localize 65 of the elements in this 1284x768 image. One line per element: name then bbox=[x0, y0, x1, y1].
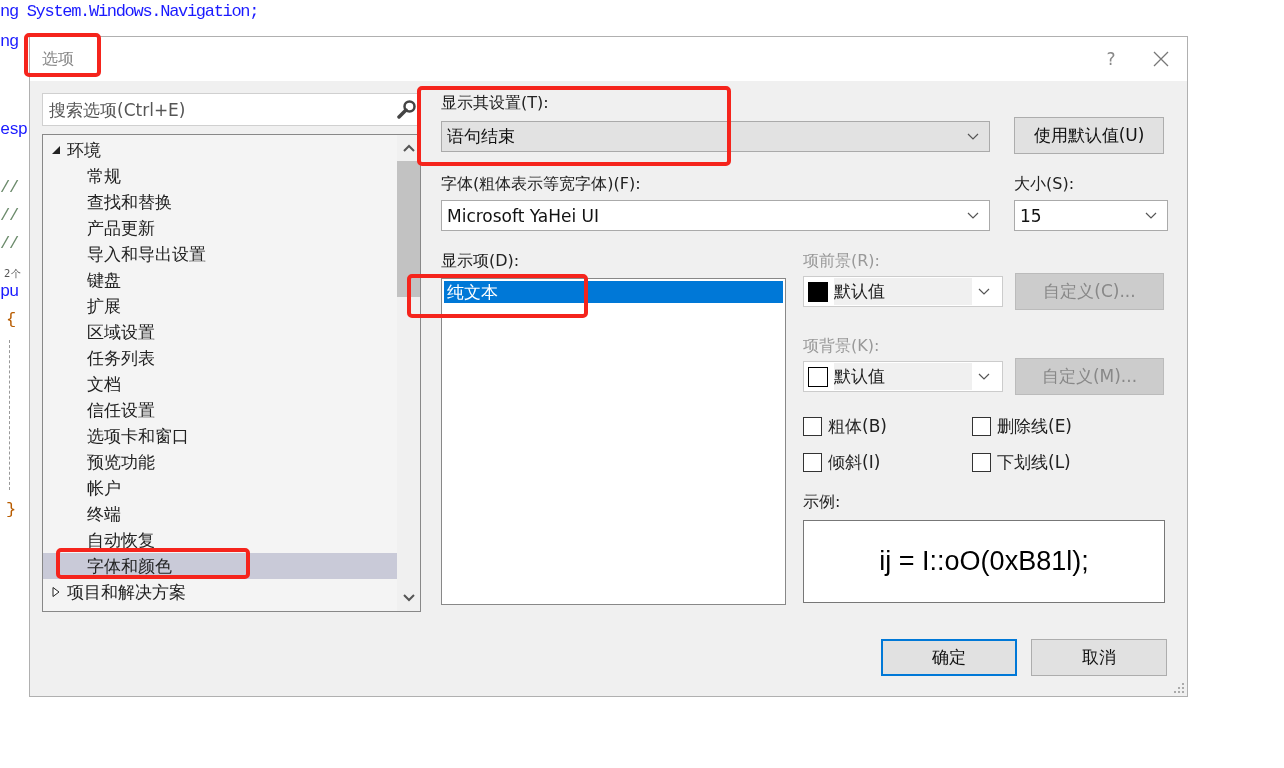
field-label: 项背景(K): bbox=[803, 336, 880, 357]
tree-item[interactable]: 选项卡和窗口 bbox=[43, 423, 397, 449]
code-line: // bbox=[0, 233, 18, 255]
chevron-down-icon[interactable] bbox=[978, 372, 990, 381]
collapsed-triangle-icon[interactable] bbox=[51, 587, 61, 597]
tree-item[interactable]: 任务列表 bbox=[43, 345, 397, 371]
tree-item[interactable]: 项目和解决方案 bbox=[43, 579, 397, 605]
tree-item[interactable]: 信任设置 bbox=[43, 397, 397, 423]
field-label: 字体(粗体表示等宽字体)(F): bbox=[441, 174, 641, 195]
font-dropdown[interactable]: Microsoft YaHei UI bbox=[441, 200, 990, 231]
field-label: 大小(S): bbox=[1014, 174, 1075, 195]
tree-item[interactable]: 键盘 bbox=[43, 267, 397, 293]
list-item[interactable]: 纯文本 bbox=[444, 281, 783, 303]
search-icon[interactable] bbox=[397, 99, 417, 119]
tree-item[interactable]: 扩展 bbox=[43, 293, 397, 319]
field-label: 示例: bbox=[803, 492, 841, 513]
chevron-down-icon[interactable] bbox=[1145, 211, 1157, 220]
tree-item[interactable]: 自动恢复 bbox=[43, 527, 397, 553]
chevron-down-icon[interactable] bbox=[967, 211, 979, 220]
window-title: 选项 bbox=[42, 48, 75, 70]
tree-item[interactable]: 查找和替换 bbox=[43, 189, 397, 215]
tree-item[interactable]: 产品更新 bbox=[43, 215, 397, 241]
tree-item[interactable]: 终端 bbox=[43, 501, 397, 527]
code-line: esp bbox=[0, 119, 27, 141]
resize-grip-icon[interactable] bbox=[1174, 683, 1185, 694]
tree-item[interactable]: 导入和导出设置 bbox=[43, 241, 397, 267]
field-label: 显示项(D): bbox=[441, 251, 520, 272]
tree-item[interactable]: 字体和颜色 bbox=[43, 553, 397, 579]
code-line: ng System.Windows.Navigation; bbox=[0, 1, 259, 23]
code-line: pu bbox=[0, 281, 18, 303]
code-line: 2 个 bbox=[4, 267, 20, 281]
use-defaults-button[interactable]: 使用默认值(U) bbox=[1014, 117, 1164, 154]
scrollbar[interactable] bbox=[397, 135, 420, 611]
tree-item[interactable]: 帐户 bbox=[43, 475, 397, 501]
sample-preview: ij = I::oO(0xB81l); bbox=[803, 520, 1165, 603]
help-button[interactable]: ? bbox=[1091, 48, 1131, 70]
scrollbar-thumb[interactable] bbox=[397, 161, 420, 297]
scroll-down-icon[interactable] bbox=[402, 594, 415, 602]
code-line: { bbox=[6, 309, 15, 331]
color-value: 默认值 bbox=[834, 363, 972, 390]
dialog-button[interactable]: 取消 bbox=[1031, 639, 1167, 676]
close-icon[interactable] bbox=[1153, 51, 1169, 67]
checkbox[interactable]: 粗体(B) bbox=[803, 415, 972, 438]
tree-item[interactable]: 文档 bbox=[43, 371, 397, 397]
display-settings-dropdown[interactable]: 语句结束 bbox=[441, 121, 990, 152]
code-line: // bbox=[0, 177, 18, 199]
scroll-up-icon[interactable] bbox=[402, 144, 415, 152]
color-value: 默认值 bbox=[834, 278, 972, 305]
tree-item[interactable]: 区域设置 bbox=[43, 319, 397, 345]
code-line: // bbox=[0, 205, 18, 227]
code-line: } bbox=[6, 499, 15, 521]
field-label: 项前景(R): bbox=[803, 251, 880, 272]
expanded-triangle-icon[interactable] bbox=[51, 145, 61, 155]
tree-item[interactable]: 预览功能 bbox=[43, 449, 397, 475]
checkbox[interactable]: 下划线(L) bbox=[972, 451, 1152, 474]
tree-item[interactable]: 环境 bbox=[43, 137, 397, 163]
checkbox[interactable]: 删除线(E) bbox=[972, 415, 1152, 438]
chevron-down-icon[interactable] bbox=[978, 287, 990, 296]
chevron-down-icon[interactable] bbox=[967, 132, 979, 141]
tree-item[interactable]: 常规 bbox=[43, 163, 397, 189]
field-label: 显示其设置(T): bbox=[441, 93, 549, 114]
dialog-button[interactable]: 确定 bbox=[881, 639, 1017, 676]
code-line: ng bbox=[0, 31, 18, 53]
checkbox[interactable]: 倾斜(I) bbox=[803, 451, 972, 474]
size-dropdown[interactable]: 15 bbox=[1014, 200, 1168, 231]
